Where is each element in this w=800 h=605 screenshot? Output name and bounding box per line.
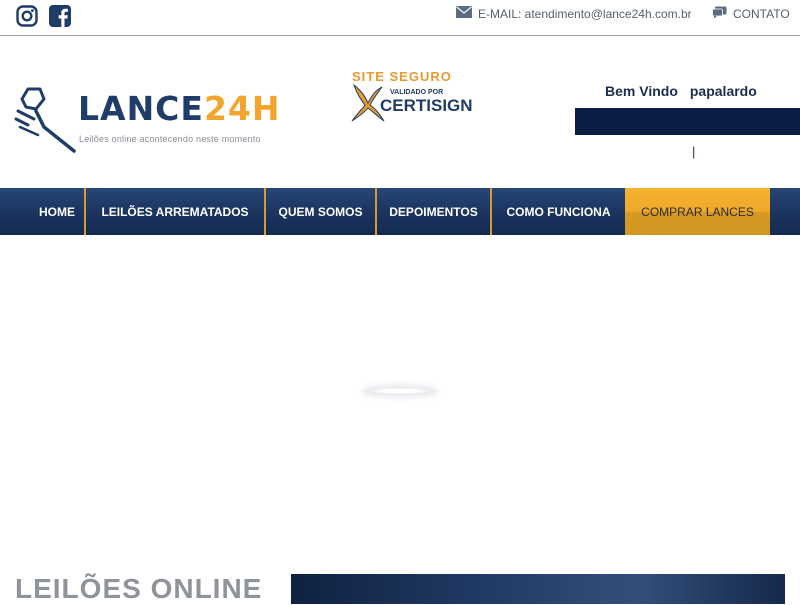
logo-brand-part1: LANCE — [78, 89, 204, 128]
welcome-greeting: Bem Vindo — [605, 83, 678, 99]
nav-leiloes-arrematados[interactable]: LEILÕES ARREMATADOS — [86, 188, 264, 235]
gavel-icon — [14, 87, 78, 158]
email-link[interactable]: E-MAIL: atendimento@lance24h.com.br — [456, 6, 692, 21]
username[interactable]: papalardo — [690, 83, 757, 99]
chat-icon — [712, 6, 727, 22]
nav-como-funciona[interactable]: COMO FUNCIONA — [492, 188, 625, 235]
loading-spinner — [362, 387, 438, 395]
nav-depoimentos[interactable]: DEPOIMENTOS — [377, 188, 490, 235]
main-content: LEILÕES ONLINE — [0, 235, 800, 604]
seal-validated: VALIDADO POR — [390, 89, 444, 96]
section-title: LEILÕES ONLINE — [15, 573, 263, 604]
site-logo[interactable]: LANCE24H Leilões online acontecendo nest… — [14, 87, 280, 153]
user-bar — [575, 108, 800, 135]
contato-text: CONTATO — [733, 7, 790, 21]
email-text: E-MAIL: atendimento@lance24h.com.br — [478, 6, 692, 21]
buy-bids-button[interactable]: COMPRAR LANCES — [625, 188, 770, 235]
facebook-icon[interactable] — [49, 5, 71, 27]
welcome-message: Bem Vindo papalardo — [605, 83, 757, 99]
seal-issuer: CERTISIGN — [380, 96, 473, 115]
security-seal[interactable]: SITE SEGURO VALIDADO POR CERTISIGN — [350, 69, 473, 129]
site-header: LANCE24H Leilões online acontecendo nest… — [0, 37, 800, 188]
instagram-icon[interactable] — [16, 5, 38, 27]
user-links-separator: | — [692, 144, 696, 159]
logo-wordmark: LANCE24H — [78, 89, 281, 128]
logo-brand-part2: 24H — [203, 89, 281, 128]
nav-home[interactable]: HOME — [30, 188, 84, 235]
mail-icon — [456, 6, 472, 21]
contact-link[interactable]: CONTATO — [712, 6, 790, 22]
nav-quem-somos[interactable]: QUEM SOMOS — [266, 188, 375, 235]
top-bar: E-MAIL: atendimento@lance24h.com.br CONT… — [0, 0, 800, 36]
main-nav: HOME LEILÕES ARREMATADOS QUEM SOMOS DEPO… — [0, 188, 800, 235]
logo-tagline: Leilões online acontecendo neste momento — [79, 134, 261, 144]
